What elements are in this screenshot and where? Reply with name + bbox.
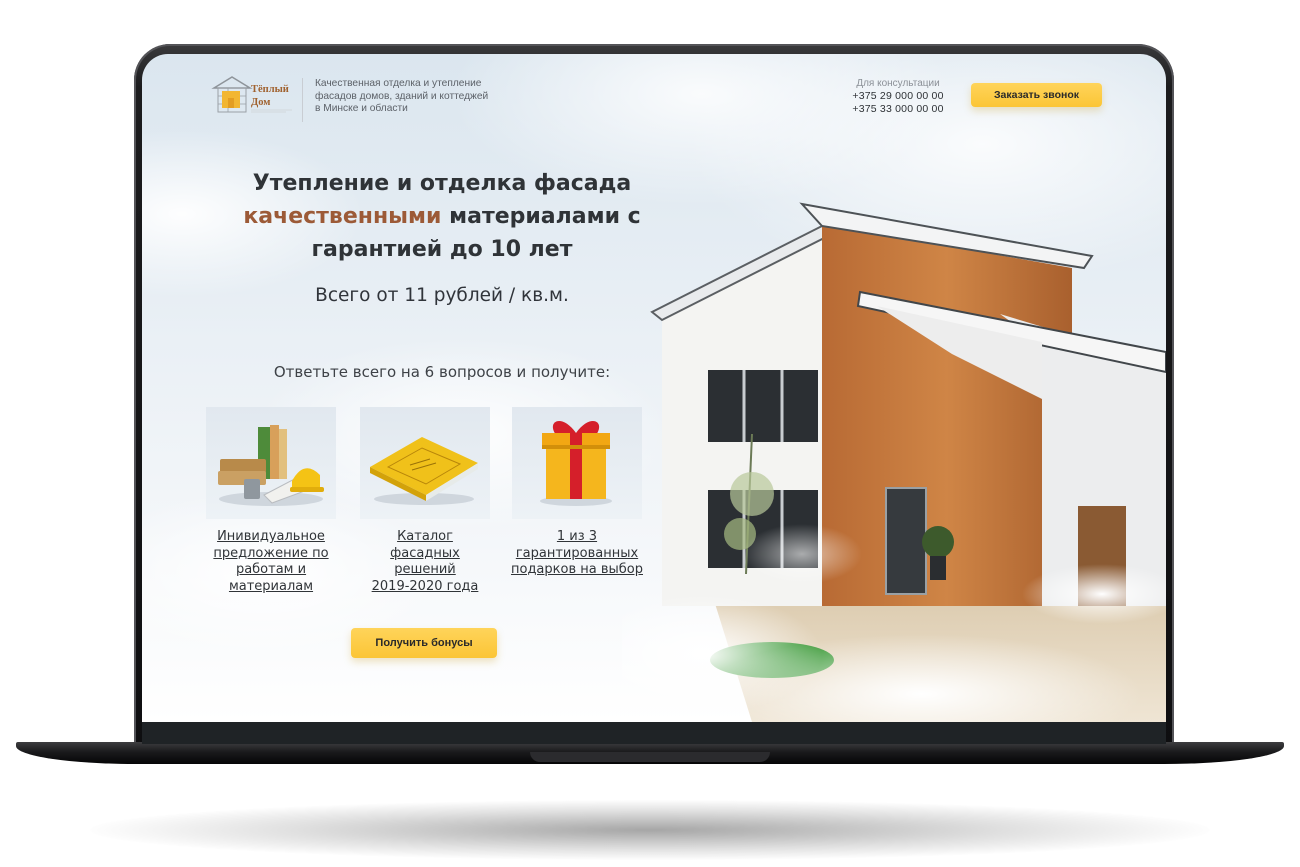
bonus-text-line: Каталог	[397, 529, 453, 544]
bonus-card-image	[360, 407, 490, 519]
consultation-label: Для консультации	[856, 78, 940, 89]
hero-title-text: материалами с	[441, 204, 641, 229]
quiz-intro-text: Ответьте всего на 6 вопросов и получите:	[273, 363, 611, 381]
tagline-line: в Минске и области	[315, 103, 408, 115]
catalog-book-icon	[370, 437, 478, 505]
hero-title-accent: качественными	[243, 204, 442, 229]
bonus-text-line: работам и	[235, 562, 307, 577]
header-tagline: Качественная отделка и утепление фасадов…	[315, 78, 525, 116]
bonus-text-line: решений	[394, 562, 456, 577]
tagline-line: фасадов домов, зданий и коттеджей	[315, 90, 489, 102]
price-text: Всего от 11 рублей / кв.м.	[315, 285, 569, 306]
bonus-link-individual-offer[interactable]: Инивидуальное предложение по работам и м…	[196, 529, 346, 595]
screen-bezel	[142, 722, 1166, 744]
svg-text:Тёплый: Тёплый	[251, 84, 289, 95]
building-materials-icon	[218, 425, 324, 506]
bonus-link-catalog[interactable]: Каталог фасадных решений 2019-2020 года	[350, 529, 500, 595]
bonus-text-line: фасадных	[390, 545, 460, 561]
logo[interactable]: Тёплый Дом	[210, 72, 300, 118]
bonus-text-line: предложение по	[213, 545, 329, 561]
bonus-card-image	[206, 407, 336, 519]
bonus-text-line: материалам	[228, 578, 314, 594]
get-bonuses-button[interactable]: Получить бонусы	[351, 628, 497, 658]
bonus-text-line: Инивидуальное	[217, 529, 325, 544]
laptop-notch	[530, 752, 770, 762]
phone-link[interactable]: +375 33 000 00 00	[842, 103, 954, 116]
bonus-text-line: 2019-2020 года	[371, 578, 479, 594]
consultation-block: Для консультации +375 29 000 00 00 +375 …	[842, 78, 954, 116]
tagline-line: Качественная отделка и утепление	[315, 78, 482, 89]
house-image	[622, 202, 1166, 722]
svg-text:Дом: Дом	[251, 97, 270, 108]
landing-page-screen: Тёплый Дом Качественная отделка и утепле…	[142, 54, 1166, 722]
order-call-button[interactable]: Заказать звонок	[971, 83, 1102, 107]
header-divider	[302, 78, 303, 122]
laptop-shadow	[90, 800, 1210, 860]
phone-link[interactable]: +375 29 000 00 00	[842, 90, 954, 103]
